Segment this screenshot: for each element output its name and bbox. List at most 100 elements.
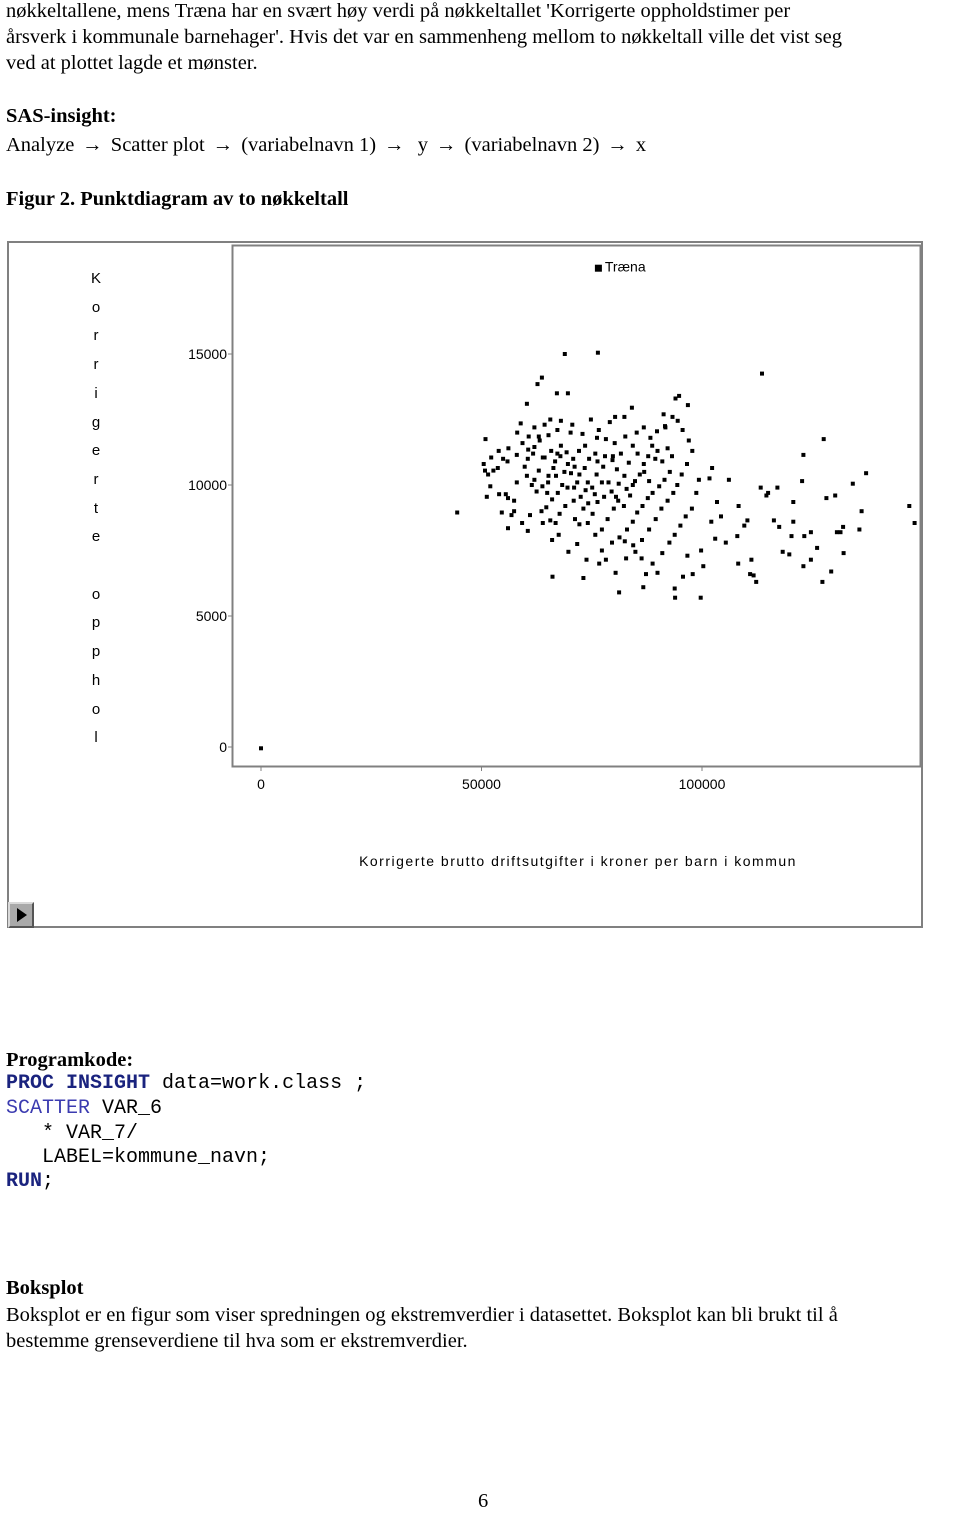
- data-point[interactable]: [575, 542, 580, 546]
- data-point[interactable]: [670, 414, 675, 419]
- data-point[interactable]: [536, 434, 541, 439]
- data-point[interactable]: [549, 448, 554, 453]
- data-point[interactable]: [506, 526, 510, 531]
- data-point[interactable]: [800, 479, 805, 484]
- data-point[interactable]: [601, 464, 606, 469]
- data-point[interactable]: [650, 490, 655, 495]
- data-point[interactable]: [515, 430, 520, 435]
- data-point[interactable]: [540, 455, 545, 460]
- data-point[interactable]: [660, 459, 665, 464]
- data-point[interactable]: [645, 496, 650, 501]
- data-point[interactable]: [599, 527, 604, 532]
- data-point[interactable]: [653, 456, 658, 461]
- data-point[interactable]: [635, 510, 640, 515]
- data-point[interactable]: [701, 564, 706, 569]
- data-point[interactable]: [789, 534, 794, 539]
- data-point[interactable]: [580, 431, 585, 436]
- data-point[interactable]: [606, 480, 611, 485]
- data-point[interactable]: [614, 467, 619, 472]
- data-point[interactable]: [617, 590, 622, 595]
- data-point[interactable]: [587, 456, 592, 461]
- data-point[interactable]: [577, 472, 582, 477]
- data-point[interactable]: [555, 428, 560, 432]
- data-point[interactable]: [857, 527, 862, 532]
- data-point[interactable]: [681, 574, 685, 579]
- data-point[interactable]: [670, 454, 674, 459]
- data-point[interactable]: [777, 524, 782, 529]
- data-point[interactable]: [611, 506, 616, 511]
- data-point[interactable]: [624, 486, 629, 491]
- data-point[interactable]: [540, 521, 545, 525]
- data-point[interactable]: [685, 403, 690, 408]
- data-point[interactable]: [662, 477, 667, 482]
- data-point[interactable]: [631, 543, 636, 548]
- data-point[interactable]: [723, 540, 728, 545]
- data-point[interactable]: [525, 528, 530, 533]
- data-point[interactable]: [745, 518, 750, 523]
- data-point[interactable]: [509, 513, 514, 518]
- data-point[interactable]: [595, 435, 599, 440]
- data-point[interactable]: [609, 489, 614, 494]
- data-point[interactable]: [613, 570, 618, 575]
- data-point[interactable]: [754, 579, 759, 584]
- data-point[interactable]: [618, 451, 623, 456]
- data-point[interactable]: [593, 532, 598, 537]
- data-point[interactable]: [550, 538, 555, 542]
- data-point[interactable]: [808, 530, 813, 535]
- data-point[interactable]: [554, 391, 559, 396]
- data-point[interactable]: [613, 414, 618, 419]
- data-point[interactable]: [535, 382, 540, 387]
- data-point[interactable]: [824, 496, 829, 501]
- data-point[interactable]: [791, 519, 796, 524]
- data-point[interactable]: [554, 473, 558, 478]
- data-point[interactable]: [616, 498, 621, 503]
- data-point[interactable]: [595, 459, 600, 464]
- data-point[interactable]: [735, 534, 740, 539]
- data-point[interactable]: [483, 437, 488, 442]
- data-point[interactable]: [771, 518, 776, 523]
- data-point[interactable]: [736, 561, 741, 566]
- data-point[interactable]: [710, 466, 715, 470]
- data-point[interactable]: [713, 536, 718, 541]
- data-point[interactable]: [491, 468, 496, 473]
- data-point[interactable]: [557, 511, 562, 516]
- data-point[interactable]: [648, 435, 653, 440]
- data-point[interactable]: [553, 459, 558, 464]
- data-point[interactable]: [597, 561, 602, 566]
- data-point[interactable]: [532, 425, 537, 430]
- data-point[interactable]: [841, 524, 846, 529]
- data-point[interactable]: [726, 477, 731, 482]
- data-point[interactable]: [603, 454, 607, 459]
- data-point[interactable]: [647, 479, 652, 484]
- data-point[interactable]: [531, 451, 536, 456]
- data-point[interactable]: [736, 504, 741, 508]
- data-point[interactable]: [571, 498, 576, 503]
- data-point[interactable]: [584, 557, 589, 562]
- data-point[interactable]: [864, 471, 869, 476]
- data-point[interactable]: [545, 490, 550, 495]
- data-point[interactable]: [677, 393, 682, 398]
- data-point[interactable]: [690, 448, 695, 453]
- data-point[interactable]: [655, 448, 660, 453]
- data-point[interactable]: [690, 572, 695, 577]
- data-point[interactable]: [686, 438, 691, 443]
- data-point[interactable]: [565, 485, 570, 490]
- data-point[interactable]: [791, 500, 796, 504]
- data-point[interactable]: [680, 428, 685, 432]
- data-point[interactable]: [622, 414, 627, 419]
- data-point[interactable]: [775, 485, 780, 490]
- data-point-traena[interactable]: [595, 350, 600, 355]
- data-point[interactable]: [562, 352, 567, 356]
- data-point[interactable]: [581, 506, 586, 511]
- data-point[interactable]: [522, 464, 527, 469]
- data-point[interactable]: [578, 494, 583, 499]
- data-point[interactable]: [583, 488, 588, 493]
- data-point[interactable]: [506, 496, 510, 501]
- data-point[interactable]: [539, 375, 544, 380]
- data-point[interactable]: [808, 557, 813, 562]
- data-point[interactable]: [787, 552, 792, 557]
- data-point[interactable]: [593, 451, 598, 456]
- data-point[interactable]: [572, 485, 577, 490]
- data-point[interactable]: [603, 557, 608, 562]
- data-point[interactable]: [525, 456, 530, 461]
